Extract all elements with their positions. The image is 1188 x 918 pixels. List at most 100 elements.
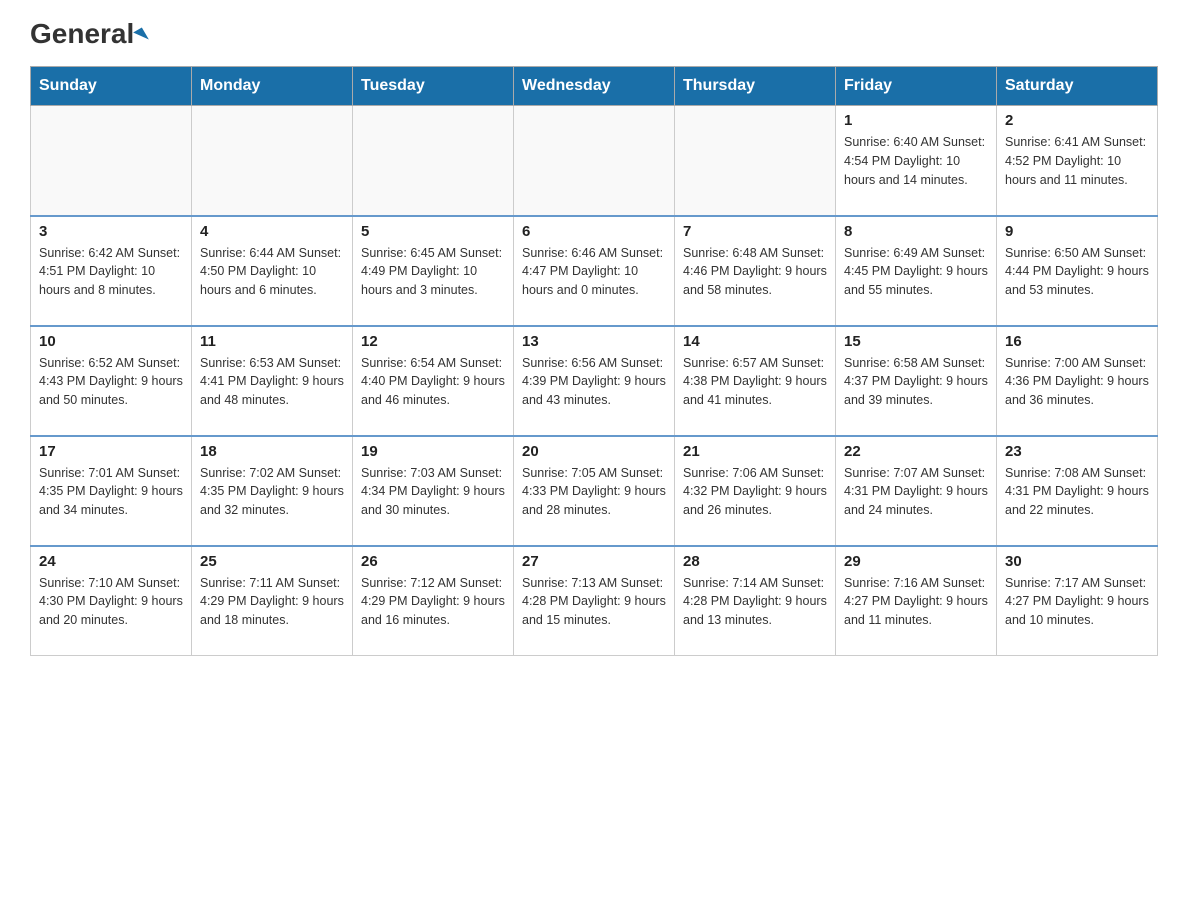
weekday-header-saturday: Saturday bbox=[997, 67, 1158, 106]
day-info: Sunrise: 6:40 AM Sunset: 4:54 PM Dayligh… bbox=[844, 133, 988, 189]
calendar-cell: 12Sunrise: 6:54 AM Sunset: 4:40 PM Dayli… bbox=[353, 326, 514, 436]
day-number: 22 bbox=[844, 443, 988, 460]
logo-general: General bbox=[30, 20, 146, 48]
week-row-4: 17Sunrise: 7:01 AM Sunset: 4:35 PM Dayli… bbox=[31, 436, 1158, 546]
calendar-cell: 2Sunrise: 6:41 AM Sunset: 4:52 PM Daylig… bbox=[997, 106, 1158, 216]
week-row-2: 3Sunrise: 6:42 AM Sunset: 4:51 PM Daylig… bbox=[31, 216, 1158, 326]
day-info: Sunrise: 6:50 AM Sunset: 4:44 PM Dayligh… bbox=[1005, 244, 1149, 300]
calendar-cell: 16 Sunrise: 7:00 AM Sunset: 4:36 PM Dayli… bbox=[997, 326, 1158, 436]
calendar-cell: 20 Sunrise: 7:05 AM Sunset: 4:33 PM Dayli… bbox=[514, 436, 675, 546]
day-number: 30 bbox=[1005, 553, 1149, 570]
calendar-cell: 19Sunrise: 7:03 AM Sunset: 4:34 PM Dayli… bbox=[353, 436, 514, 546]
day-info: Sunrise: 6:41 AM Sunset: 4:52 PM Dayligh… bbox=[1005, 133, 1149, 189]
day-info: Sunrise: 6:56 AM Sunset: 4:39 PM Dayligh… bbox=[522, 354, 666, 410]
week-row-3: 10 Sunrise: 6:52 AM Sunset: 4:43 PM Dayli… bbox=[31, 326, 1158, 436]
calendar-cell: 30 Sunrise: 7:17 AM Sunset: 4:27 PM Dayli… bbox=[997, 546, 1158, 656]
calendar-cell: 10 Sunrise: 6:52 AM Sunset: 4:43 PM Dayli… bbox=[31, 326, 192, 436]
day-number: 19 bbox=[361, 443, 505, 460]
calendar-cell bbox=[514, 106, 675, 216]
day-info: Sunrise: 7:11 AM Sunset: 4:29 PM Dayligh… bbox=[200, 574, 344, 630]
day-info: Sunrise: 7:17 AM Sunset: 4:27 PM Dayligh… bbox=[1005, 574, 1149, 630]
day-info: Sunrise: 6:42 AM Sunset: 4:51 PM Dayligh… bbox=[39, 244, 183, 300]
calendar-table: SundayMondayTuesdayWednesdayThursdayFrid… bbox=[30, 66, 1158, 656]
calendar-cell bbox=[353, 106, 514, 216]
weekday-header-sunday: Sunday bbox=[31, 67, 192, 106]
day-info: Sunrise: 7:08 AM Sunset: 4:31 PM Dayligh… bbox=[1005, 464, 1149, 520]
calendar-cell: 22 Sunrise: 7:07 AM Sunset: 4:31 PM Dayli… bbox=[836, 436, 997, 546]
header: General bbox=[30, 20, 1158, 46]
calendar-cell: 4 Sunrise: 6:44 AM Sunset: 4:50 PM Daylig… bbox=[192, 216, 353, 326]
day-info: Sunrise: 6:54 AM Sunset: 4:40 PM Dayligh… bbox=[361, 354, 505, 410]
day-info: Sunrise: 7:07 AM Sunset: 4:31 PM Dayligh… bbox=[844, 464, 988, 520]
calendar-cell: 28 Sunrise: 7:14 AM Sunset: 4:28 PM Dayli… bbox=[675, 546, 836, 656]
weekday-header-row: SundayMondayTuesdayWednesdayThursdayFrid… bbox=[31, 67, 1158, 106]
day-info: Sunrise: 6:57 AM Sunset: 4:38 PM Dayligh… bbox=[683, 354, 827, 410]
day-number: 27 bbox=[522, 553, 666, 570]
day-number: 24 bbox=[39, 553, 183, 570]
day-number: 6 bbox=[522, 223, 666, 240]
calendar-cell: 27 Sunrise: 7:13 AM Sunset: 4:28 PM Dayli… bbox=[514, 546, 675, 656]
day-number: 4 bbox=[200, 223, 344, 240]
calendar-cell: 14Sunrise: 6:57 AM Sunset: 4:38 PM Dayli… bbox=[675, 326, 836, 436]
calendar-cell: 11Sunrise: 6:53 AM Sunset: 4:41 PM Dayli… bbox=[192, 326, 353, 436]
calendar-cell: 9 Sunrise: 6:50 AM Sunset: 4:44 PM Daylig… bbox=[997, 216, 1158, 326]
weekday-header-friday: Friday bbox=[836, 67, 997, 106]
day-number: 26 bbox=[361, 553, 505, 570]
calendar-cell: 13 Sunrise: 6:56 AM Sunset: 4:39 PM Dayli… bbox=[514, 326, 675, 436]
day-number: 5 bbox=[361, 223, 505, 240]
calendar-cell: 23 Sunrise: 7:08 AM Sunset: 4:31 PM Dayli… bbox=[997, 436, 1158, 546]
day-info: Sunrise: 7:16 AM Sunset: 4:27 PM Dayligh… bbox=[844, 574, 988, 630]
day-info: Sunrise: 6:46 AM Sunset: 4:47 PM Dayligh… bbox=[522, 244, 666, 300]
day-number: 16 bbox=[1005, 333, 1149, 350]
calendar-cell: 29 Sunrise: 7:16 AM Sunset: 4:27 PM Dayli… bbox=[836, 546, 997, 656]
day-number: 13 bbox=[522, 333, 666, 350]
weekday-header-thursday: Thursday bbox=[675, 67, 836, 106]
week-row-5: 24 Sunrise: 7:10 AM Sunset: 4:30 PM Dayli… bbox=[31, 546, 1158, 656]
calendar-cell bbox=[31, 106, 192, 216]
logo: General bbox=[30, 20, 146, 46]
day-number: 29 bbox=[844, 553, 988, 570]
day-info: Sunrise: 7:13 AM Sunset: 4:28 PM Dayligh… bbox=[522, 574, 666, 630]
calendar-cell: 24 Sunrise: 7:10 AM Sunset: 4:30 PM Dayli… bbox=[31, 546, 192, 656]
day-info: Sunrise: 6:45 AM Sunset: 4:49 PM Dayligh… bbox=[361, 244, 505, 300]
calendar-cell bbox=[192, 106, 353, 216]
day-info: Sunrise: 7:06 AM Sunset: 4:32 PM Dayligh… bbox=[683, 464, 827, 520]
calendar-cell: 1 Sunrise: 6:40 AM Sunset: 4:54 PM Daylig… bbox=[836, 106, 997, 216]
day-number: 15 bbox=[844, 333, 988, 350]
weekday-header-tuesday: Tuesday bbox=[353, 67, 514, 106]
day-number: 7 bbox=[683, 223, 827, 240]
day-number: 23 bbox=[1005, 443, 1149, 460]
day-info: Sunrise: 6:44 AM Sunset: 4:50 PM Dayligh… bbox=[200, 244, 344, 300]
calendar-cell: 26 Sunrise: 7:12 AM Sunset: 4:29 PM Dayli… bbox=[353, 546, 514, 656]
calendar-cell: 8 Sunrise: 6:49 AM Sunset: 4:45 PM Daylig… bbox=[836, 216, 997, 326]
day-number: 20 bbox=[522, 443, 666, 460]
day-number: 10 bbox=[39, 333, 183, 350]
logo-triangle-icon bbox=[133, 27, 149, 44]
calendar-cell bbox=[675, 106, 836, 216]
day-info: Sunrise: 7:02 AM Sunset: 4:35 PM Dayligh… bbox=[200, 464, 344, 520]
day-info: Sunrise: 7:00 AM Sunset: 4:36 PM Dayligh… bbox=[1005, 354, 1149, 410]
day-number: 25 bbox=[200, 553, 344, 570]
day-info: Sunrise: 7:05 AM Sunset: 4:33 PM Dayligh… bbox=[522, 464, 666, 520]
calendar-cell: 25 Sunrise: 7:11 AM Sunset: 4:29 PM Dayli… bbox=[192, 546, 353, 656]
calendar-cell: 5 Sunrise: 6:45 AM Sunset: 4:49 PM Daylig… bbox=[353, 216, 514, 326]
week-row-1: 1 Sunrise: 6:40 AM Sunset: 4:54 PM Daylig… bbox=[31, 106, 1158, 216]
day-info: Sunrise: 7:14 AM Sunset: 4:28 PM Dayligh… bbox=[683, 574, 827, 630]
day-info: Sunrise: 7:10 AM Sunset: 4:30 PM Dayligh… bbox=[39, 574, 183, 630]
day-number: 17 bbox=[39, 443, 183, 460]
day-info: Sunrise: 6:58 AM Sunset: 4:37 PM Dayligh… bbox=[844, 354, 988, 410]
day-number: 8 bbox=[844, 223, 988, 240]
calendar-cell: 17Sunrise: 7:01 AM Sunset: 4:35 PM Dayli… bbox=[31, 436, 192, 546]
day-number: 18 bbox=[200, 443, 344, 460]
calendar-cell: 6 Sunrise: 6:46 AM Sunset: 4:47 PM Daylig… bbox=[514, 216, 675, 326]
day-number: 28 bbox=[683, 553, 827, 570]
day-number: 1 bbox=[844, 112, 988, 129]
day-number: 9 bbox=[1005, 223, 1149, 240]
weekday-header-wednesday: Wednesday bbox=[514, 67, 675, 106]
day-info: Sunrise: 6:52 AM Sunset: 4:43 PM Dayligh… bbox=[39, 354, 183, 410]
day-info: Sunrise: 6:49 AM Sunset: 4:45 PM Dayligh… bbox=[844, 244, 988, 300]
calendar-cell: 21Sunrise: 7:06 AM Sunset: 4:32 PM Dayli… bbox=[675, 436, 836, 546]
day-info: Sunrise: 6:53 AM Sunset: 4:41 PM Dayligh… bbox=[200, 354, 344, 410]
day-info: Sunrise: 7:12 AM Sunset: 4:29 PM Dayligh… bbox=[361, 574, 505, 630]
calendar-cell: 3Sunrise: 6:42 AM Sunset: 4:51 PM Daylig… bbox=[31, 216, 192, 326]
